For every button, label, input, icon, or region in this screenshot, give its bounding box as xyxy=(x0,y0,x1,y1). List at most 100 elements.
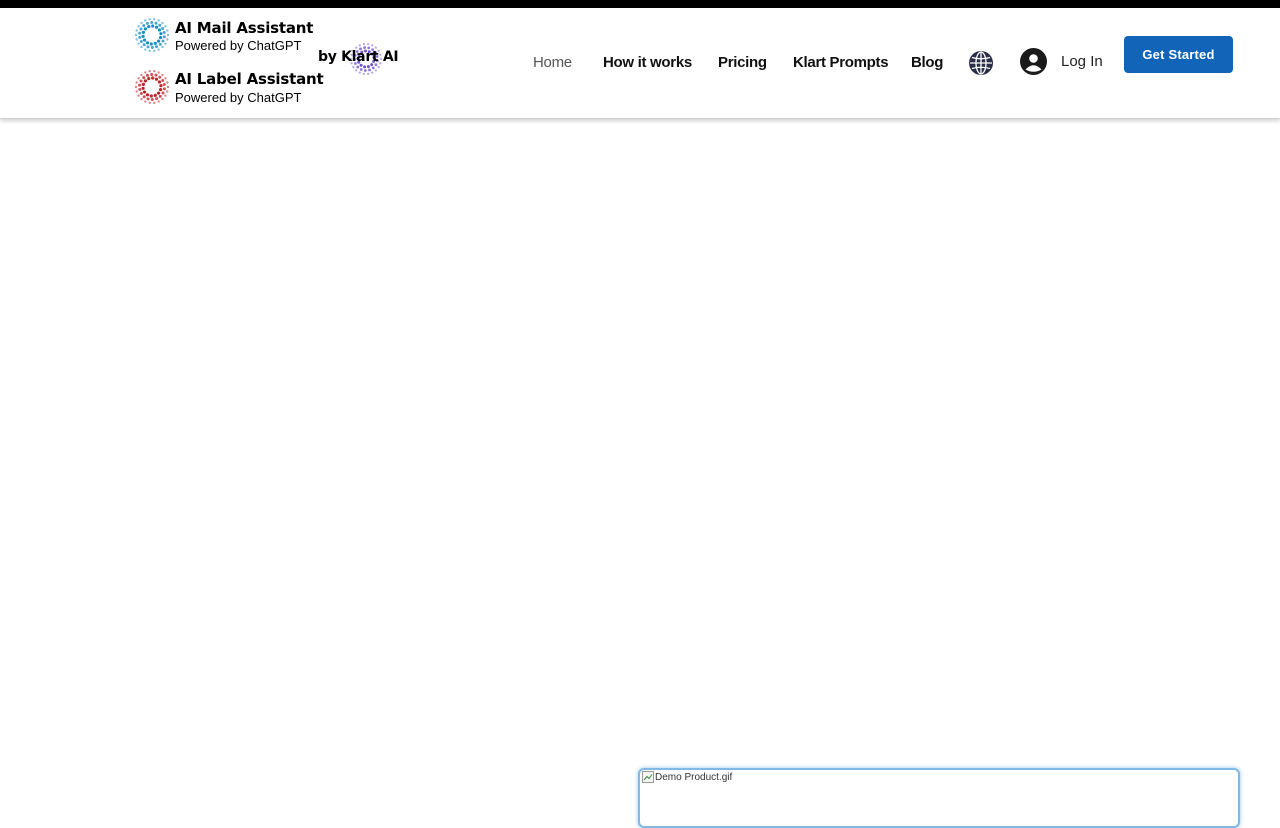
user-avatar-icon xyxy=(1020,48,1047,75)
logo-dot xyxy=(141,86,145,90)
logo-dot xyxy=(164,42,167,45)
logo-dot xyxy=(139,92,143,96)
logo-dot xyxy=(157,19,160,22)
logo-dot xyxy=(359,68,363,71)
logo-dot xyxy=(150,21,154,24)
logo-dot xyxy=(161,39,165,43)
logo-dot xyxy=(154,77,159,81)
logo-dot xyxy=(144,48,147,51)
logo-dot xyxy=(371,66,375,70)
logo-dot xyxy=(151,76,155,80)
logo-dot xyxy=(367,43,370,46)
logo-dot xyxy=(166,81,169,84)
logo-dot xyxy=(153,93,157,97)
logo-dot xyxy=(135,38,138,41)
logo-dot xyxy=(140,97,143,101)
logo-dot xyxy=(137,94,140,97)
brand-mail-assistant[interactable]: AI Mail Assistant Powered by ChatGPT xyxy=(133,16,313,56)
logo-dot xyxy=(356,65,360,69)
logo-dot xyxy=(161,91,165,95)
logo-dot xyxy=(358,44,361,47)
nav-pricing[interactable]: Pricing xyxy=(718,54,767,71)
logo-dot xyxy=(153,41,157,45)
logo-dot xyxy=(161,45,164,49)
broken-image-icon xyxy=(642,771,654,783)
globe-icon[interactable] xyxy=(968,50,994,76)
nav-blog[interactable]: Blog xyxy=(911,54,943,71)
logo-dot xyxy=(142,90,147,94)
logo-dot xyxy=(137,42,140,45)
logo-dot xyxy=(158,23,162,27)
logo-dot xyxy=(368,68,371,72)
logo-dot xyxy=(161,97,164,101)
nav-how-it-works[interactable]: How it works xyxy=(603,54,692,71)
logo-dot xyxy=(148,69,151,73)
nav-home[interactable]: Home xyxy=(533,54,572,71)
logo-dot xyxy=(140,73,143,77)
logo-dot xyxy=(166,90,169,93)
logo-dot xyxy=(377,66,380,69)
logo-dot xyxy=(140,21,143,25)
logo-dot xyxy=(157,100,160,103)
logo-dot xyxy=(149,42,153,46)
logo-dot xyxy=(138,87,142,91)
logo-dot xyxy=(147,77,151,81)
logo-dot xyxy=(153,69,156,73)
logo-dot xyxy=(164,94,167,97)
logo-dot xyxy=(151,24,155,28)
brand-label-subtitle: Powered by ChatGPT xyxy=(175,90,302,105)
demo-image-alt: Demo Product.gif xyxy=(642,771,732,783)
demo-product-image: Demo Product.gif xyxy=(638,768,1240,828)
brand-label-assistant[interactable]: AI Label Assistant Powered by ChatGPT xyxy=(133,68,324,108)
logo-dot xyxy=(166,29,169,32)
logo-dot xyxy=(164,25,167,28)
logo-dot xyxy=(135,81,138,84)
logo-dot xyxy=(362,72,365,75)
logo-dot xyxy=(134,33,138,37)
logo-dot xyxy=(157,71,160,74)
logo-dot xyxy=(144,71,147,74)
logo-dot xyxy=(162,31,166,35)
logo-dot xyxy=(143,27,148,31)
logo-dot xyxy=(363,65,367,69)
logo-dot xyxy=(362,43,365,46)
logo-dot xyxy=(352,66,355,69)
logo-dot xyxy=(153,49,156,53)
logo-dot xyxy=(141,82,145,86)
site-header: AI Mail Assistant Powered by ChatGPT AI … xyxy=(0,8,1280,119)
mail-assistant-logo-icon xyxy=(134,17,170,53)
logo-dot xyxy=(159,32,163,36)
logo-dot xyxy=(146,45,150,49)
login-label: Log In xyxy=(1061,53,1103,70)
get-started-button[interactable]: Get Started xyxy=(1124,36,1233,73)
logo-dot xyxy=(164,77,167,80)
logo-dot xyxy=(135,90,138,93)
logo-dot xyxy=(162,83,166,87)
logo-dot xyxy=(374,69,377,72)
logo-dot xyxy=(363,69,367,72)
logo-dot xyxy=(145,41,150,45)
logo-dot xyxy=(371,44,374,47)
logo-dot xyxy=(148,17,151,21)
logo-dot xyxy=(150,46,154,49)
logo-dot xyxy=(149,94,153,98)
logo-dot xyxy=(146,97,150,101)
logo-dot xyxy=(157,48,160,51)
logo-dot xyxy=(355,69,358,72)
logo-dot xyxy=(148,101,151,105)
logo-dot xyxy=(153,17,156,21)
logo-dot xyxy=(159,88,163,92)
logo-dot xyxy=(139,79,143,83)
logo-dot xyxy=(371,71,374,74)
logo-dot xyxy=(142,76,146,80)
by-klart-ai-link[interactable]: by Klart AI xyxy=(318,43,399,85)
logo-dot xyxy=(137,25,140,28)
logo-dot xyxy=(143,79,148,83)
logo-dot xyxy=(161,78,165,82)
logo-dot xyxy=(155,97,159,101)
logo-dot xyxy=(166,38,169,41)
logo-dot xyxy=(145,21,149,25)
nav-klart-prompts[interactable]: Klart Prompts xyxy=(793,54,889,71)
logo-dot xyxy=(134,85,138,89)
logo-dot xyxy=(367,72,370,75)
